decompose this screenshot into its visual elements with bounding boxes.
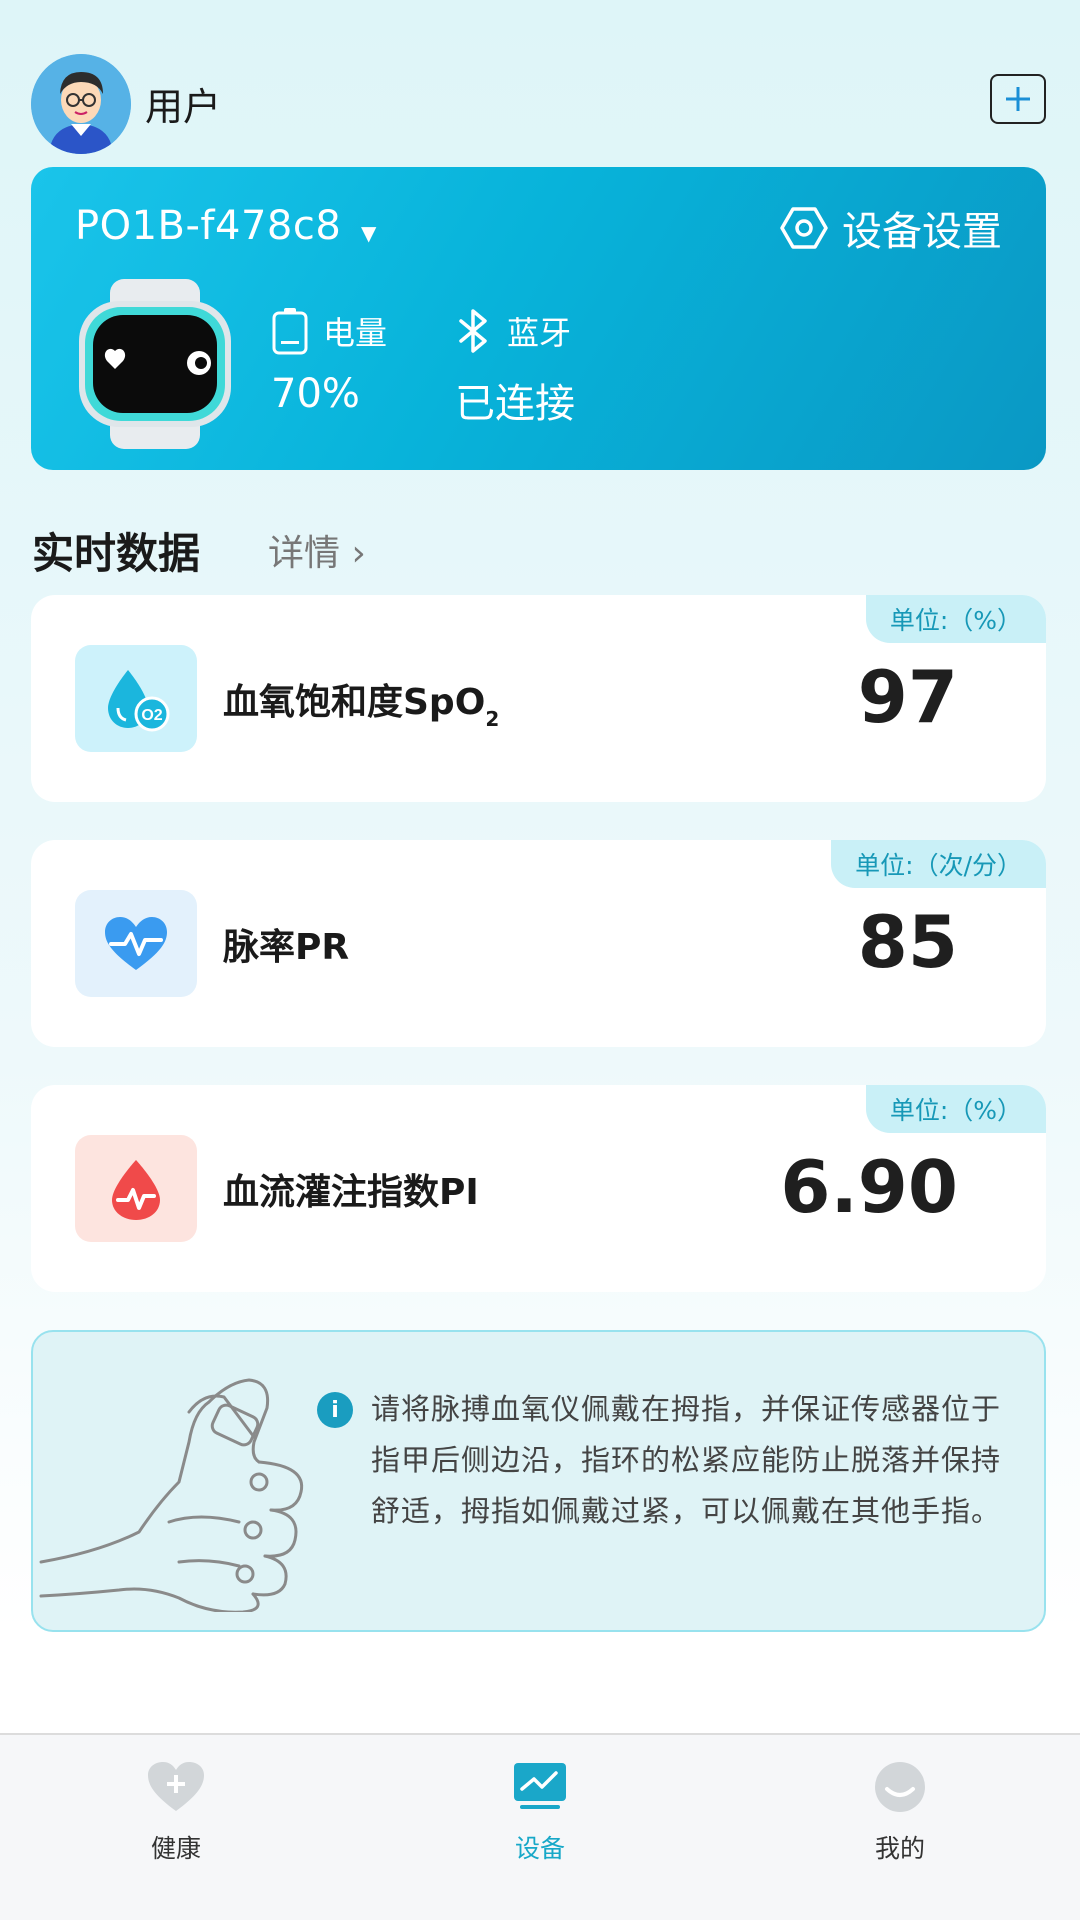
- spo2-unit-badge: 单位:（%）: [865, 595, 1046, 643]
- bluetooth-icon: [459, 309, 487, 353]
- info-icon: i: [317, 1392, 353, 1428]
- device-settings-label: 设备设置: [842, 209, 1002, 255]
- device-image: [75, 279, 235, 449]
- spo2-value: 97: [857, 655, 958, 739]
- nav-health[interactable]: 健康: [86, 1761, 266, 1865]
- bottom-nav: 健康 设备 我的: [0, 1733, 1080, 1920]
- heart-plus-icon: [148, 1762, 204, 1811]
- pi-value: 6.90: [780, 1145, 958, 1229]
- bluetooth-stat: 蓝牙 已连接: [455, 307, 575, 429]
- avatar[interactable]: [31, 54, 131, 154]
- pr-unit-badge: 单位:（次/分）: [831, 840, 1046, 888]
- battery-value: 70%: [271, 371, 360, 417]
- smile-icon: [875, 1762, 925, 1812]
- svg-text:O2: O2: [141, 707, 162, 724]
- pulse-rate-card[interactable]: 单位:（次/分） 脉率PR 85: [31, 840, 1046, 1047]
- blood-drop-icon: [75, 1135, 197, 1242]
- settings-hexagon-icon: [780, 207, 828, 249]
- spo2-label-subscript: 2: [485, 707, 500, 731]
- pi-label: 血流灌注指数PI: [223, 1172, 479, 1213]
- header: 用户: [31, 54, 1046, 154]
- heart-pulse-icon: [75, 890, 197, 997]
- spo2-label: 血氧饱和度SpO2: [223, 673, 499, 731]
- device-name[interactable]: PO1B-f478c8: [75, 203, 341, 249]
- spo2-icon: O2: [75, 645, 197, 752]
- bluetooth-label: 蓝牙: [507, 314, 572, 352]
- device-card: PO1B-f478c8 ▼ 设备设置 电量 70% 蓝牙 已连接: [31, 167, 1046, 470]
- details-link[interactable]: 详情 ›: [268, 524, 366, 576]
- realtime-data-title: 实时数据: [32, 529, 201, 578]
- nav-health-label: 健康: [150, 1834, 201, 1863]
- details-label: 详情: [268, 533, 341, 574]
- battery-stat: 电量 70%: [271, 307, 387, 417]
- nav-device[interactable]: 设备: [450, 1761, 630, 1865]
- pr-label: 脉率PR: [223, 927, 350, 968]
- thumb-hand-illustration: [39, 1362, 329, 1614]
- bluetooth-value: 已连接: [455, 381, 575, 427]
- monitor-icon: [514, 1763, 566, 1809]
- device-settings-button[interactable]: 设备设置: [780, 199, 1002, 257]
- nav-mine-label: 我的: [874, 1834, 925, 1863]
- user-name[interactable]: 用户: [145, 76, 221, 131]
- spo2-card[interactable]: 单位:（%） O2 血氧饱和度SpO2 97: [31, 595, 1046, 802]
- spo2-label-text: 血氧饱和度SpO: [223, 682, 486, 723]
- battery-icon: [272, 308, 308, 355]
- plus-icon: [1006, 87, 1030, 111]
- pr-value: 85: [857, 900, 958, 984]
- nav-mine[interactable]: 我的: [810, 1761, 990, 1865]
- perfusion-index-card[interactable]: 单位:（%） 血流灌注指数PI 6.90: [31, 1085, 1046, 1292]
- wearing-tip-card: i 请将脉搏血氧仪佩戴在拇指，并保证传感器位于指甲后侧边沿，指环的松紧应能防止脱…: [31, 1330, 1046, 1632]
- pi-unit-badge: 单位:（%）: [865, 1085, 1046, 1133]
- add-device-button[interactable]: [990, 74, 1046, 124]
- chevron-right-icon: ›: [351, 533, 366, 574]
- nav-device-label: 设备: [514, 1834, 565, 1863]
- caret-down-icon[interactable]: ▼: [361, 221, 376, 245]
- battery-label: 电量: [323, 314, 388, 352]
- wearing-tip-text: 请将脉搏血氧仪佩戴在拇指，并保证传感器位于指甲后侧边沿，指环的松紧应能防止脱落并…: [371, 1392, 1002, 1528]
